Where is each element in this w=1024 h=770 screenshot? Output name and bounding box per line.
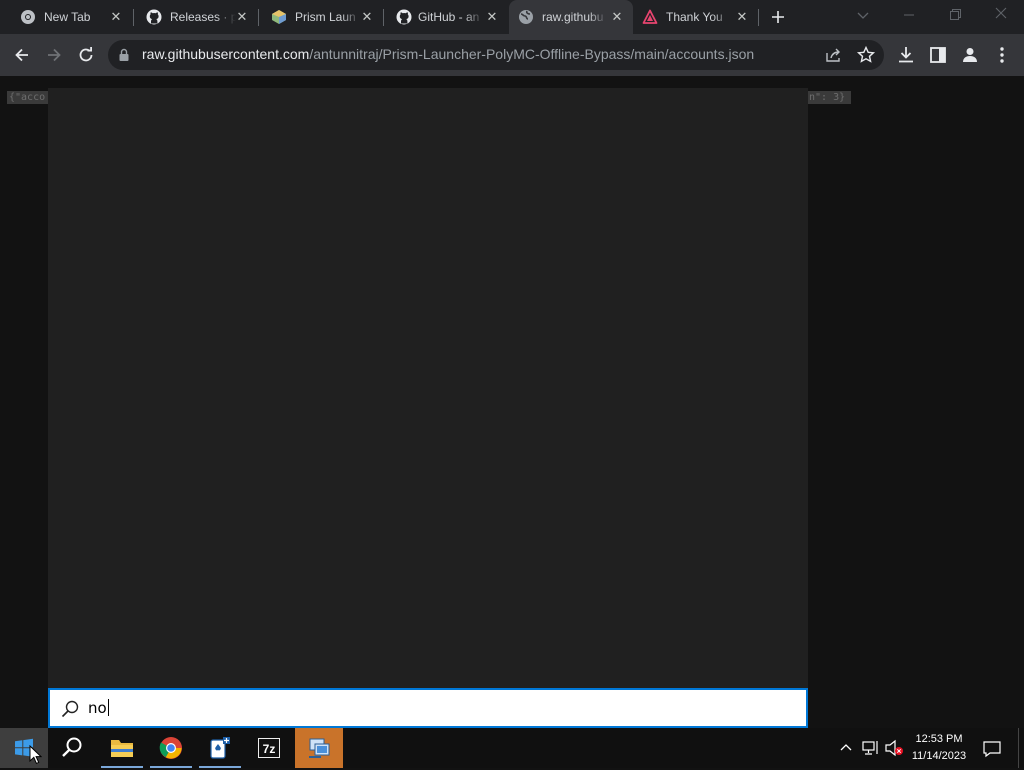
volume-button[interactable] bbox=[884, 739, 906, 757]
speaker-muted-icon bbox=[885, 739, 903, 757]
github-icon bbox=[146, 9, 162, 25]
taskbar-solitaire[interactable] bbox=[196, 728, 244, 768]
tab-title: New Tab bbox=[44, 10, 91, 24]
text-caret bbox=[107, 699, 109, 716]
back-button[interactable] bbox=[8, 41, 36, 69]
action-center-button[interactable] bbox=[982, 739, 1002, 759]
tab-releases[interactable]: Releases · p ✕ bbox=[134, 0, 258, 34]
side-panel-button[interactable] bbox=[928, 45, 948, 65]
url-host: raw.githubusercontent.com bbox=[142, 46, 310, 62]
lock-icon[interactable] bbox=[118, 48, 130, 62]
taskbar-search-button[interactable] bbox=[48, 728, 96, 768]
start-search-panel bbox=[48, 88, 808, 688]
forward-button[interactable] bbox=[40, 41, 68, 69]
chevron-up-icon bbox=[840, 744, 852, 751]
close-icon[interactable]: ✕ bbox=[108, 9, 124, 25]
chrome-icon bbox=[159, 737, 182, 759]
json-text-right: n": 3} bbox=[807, 91, 851, 104]
globe-icon bbox=[518, 9, 534, 25]
notification-icon bbox=[983, 741, 1001, 758]
tab-thank-you[interactable]: Thank You ✕ bbox=[634, 0, 758, 34]
chevron-down-icon bbox=[857, 12, 869, 19]
start-button[interactable] bbox=[0, 728, 48, 768]
show-desktop-button[interactable] bbox=[1018, 728, 1024, 768]
mouse-cursor-icon bbox=[28, 744, 43, 765]
network-button[interactable] bbox=[861, 739, 881, 757]
plus-icon bbox=[772, 11, 784, 23]
computer-icon bbox=[309, 738, 330, 758]
thankyou-icon bbox=[642, 9, 658, 25]
search-query-text: no bbox=[88, 699, 107, 717]
tab-raw-githubusercontent[interactable]: raw.githubu ✕ bbox=[509, 0, 633, 34]
menu-button[interactable] bbox=[994, 45, 1010, 65]
close-icon[interactable]: ✕ bbox=[484, 9, 500, 25]
close-icon[interactable]: ✕ bbox=[734, 9, 750, 25]
side-panel-icon bbox=[930, 47, 946, 63]
restore-button[interactable] bbox=[942, 5, 968, 25]
folder-icon bbox=[111, 740, 133, 757]
star-icon bbox=[856, 45, 876, 63]
profile-button[interactable] bbox=[960, 45, 980, 65]
tab-new-tab[interactable]: New Tab ✕ bbox=[4, 0, 132, 34]
cards-icon bbox=[210, 737, 230, 759]
svg-text:7z: 7z bbox=[263, 742, 276, 756]
download-icon bbox=[899, 47, 913, 63]
bookmark-button[interactable] bbox=[856, 45, 876, 65]
share-icon bbox=[826, 48, 840, 62]
reload-icon bbox=[79, 47, 93, 62]
tab-title: Thank You bbox=[666, 10, 723, 24]
network-icon bbox=[862, 741, 878, 755]
clock-date: 11/14/2023 bbox=[911, 750, 967, 762]
close-icon[interactable]: ✕ bbox=[234, 9, 250, 25]
restore-icon bbox=[950, 9, 961, 20]
system-clock[interactable]: 12:53 PM 11/14/2023 bbox=[904, 731, 974, 765]
url-text[interactable]: raw.githubusercontent.com/antunnitraj/Pr… bbox=[142, 46, 754, 62]
arrow-left-icon bbox=[15, 48, 28, 62]
url-path: /antunnitraj/Prism-Launcher-PolyMC-Offli… bbox=[309, 46, 755, 62]
tab-title: raw.githubu bbox=[542, 10, 604, 24]
tab-prism-launcher[interactable]: Prism Laun ✕ bbox=[259, 0, 383, 34]
tab-title: Prism Laun bbox=[295, 10, 356, 24]
taskbar-file-explorer[interactable] bbox=[98, 728, 146, 768]
search-icon bbox=[62, 737, 82, 757]
minimize-icon bbox=[904, 14, 914, 16]
tab-title: Releases · p bbox=[170, 10, 236, 24]
tab-title: GitHub - an bbox=[418, 10, 480, 24]
close-icon bbox=[995, 7, 1007, 19]
tab-search-button[interactable] bbox=[852, 6, 874, 24]
json-text-left: {"acco bbox=[7, 91, 49, 104]
search-icon bbox=[60, 699, 80, 719]
prism-icon bbox=[271, 9, 287, 25]
taskbar-chrome[interactable] bbox=[147, 728, 195, 768]
downloads-button[interactable] bbox=[896, 45, 916, 65]
more-vert-icon bbox=[1000, 47, 1004, 63]
reload-button[interactable] bbox=[72, 41, 100, 69]
taskbar-7zip[interactable]: 7z bbox=[245, 728, 293, 768]
show-hidden-icons-button[interactable] bbox=[838, 740, 854, 756]
search-input[interactable]: no bbox=[48, 688, 808, 728]
close-icon[interactable]: ✕ bbox=[359, 9, 375, 25]
7zip-icon: 7z bbox=[258, 738, 280, 758]
clock-time: 12:53 PM bbox=[915, 733, 963, 745]
github-icon bbox=[396, 9, 412, 25]
arrow-right-icon bbox=[48, 48, 61, 62]
close-window-button[interactable] bbox=[988, 4, 1014, 24]
tab-strip: New Tab ✕ Releases · p ✕ Prism Laun ✕ Gi… bbox=[0, 0, 1024, 34]
chrome-icon bbox=[20, 9, 36, 25]
new-tab-button[interactable] bbox=[766, 5, 790, 29]
taskbar-control-panel[interactable] bbox=[295, 728, 343, 768]
profile-icon bbox=[963, 48, 977, 62]
share-button[interactable] bbox=[824, 46, 844, 64]
search-query: no bbox=[88, 699, 109, 717]
tab-github[interactable]: GitHub - an ✕ bbox=[384, 0, 508, 34]
minimize-button[interactable] bbox=[896, 5, 922, 25]
close-icon[interactable]: ✕ bbox=[609, 9, 625, 25]
tab-divider bbox=[758, 9, 759, 26]
